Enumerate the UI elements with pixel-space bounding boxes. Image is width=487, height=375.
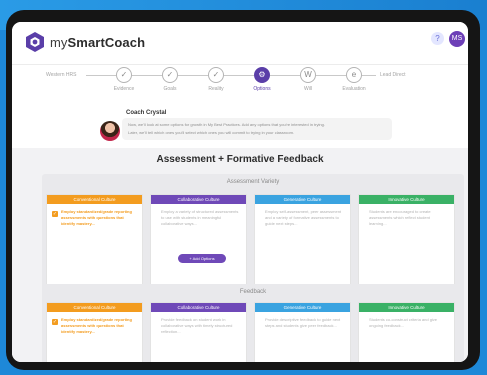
step-label-will: Will [303, 86, 313, 92]
option-card-innovative[interactable]: Innovative Culture Students are encourag… [358, 194, 455, 290]
step-label-goals: Goals [163, 86, 177, 92]
add-options-button[interactable]: + Add Options [178, 254, 226, 263]
option-card-innovative[interactable]: Innovative Culture Students co-construct… [358, 302, 455, 362]
option-card-conventional[interactable]: Conventional Culture ✓ Employ standardiz… [46, 194, 143, 290]
user-avatar[interactable]: MS [449, 31, 465, 47]
option-card-conventional[interactable]: Conventional Culture ✓ Employ standardiz… [46, 302, 143, 362]
coach-name: Coach Crystal [126, 110, 167, 116]
checked-checkbox-icon[interactable]: ✓ [52, 211, 58, 217]
stepper-line [132, 75, 162, 76]
step-options-gear-icon[interactable]: ⚙ [254, 67, 270, 83]
option-text: Provide feedback on student work in coll… [161, 317, 233, 334]
stepper-start-label: Western HRS [46, 72, 77, 78]
app-screen: mySmartCoach ? MS Western HRS ✓ Evidence… [12, 22, 468, 362]
step-reality-check-icon[interactable]: ✓ [208, 67, 224, 83]
stepper-line [178, 75, 208, 76]
option-card-collaborative[interactable]: Collaborative Culture Provide feedback o… [150, 302, 247, 362]
step-evidence-check-icon[interactable]: ✓ [116, 67, 132, 83]
coach-message-line: Now, we'll look at some options for grow… [128, 122, 325, 127]
section-feedback: Feedback Conventional Culture ✓ Employ s… [42, 284, 464, 362]
section-assessment-variety: Assessment Variety Conventional Culture … [42, 174, 464, 294]
coach-message-line: Later, we'll tell which ones you'll sele… [128, 130, 295, 135]
stepper-line [224, 75, 254, 76]
stepper-line [86, 75, 116, 76]
stepper-line [270, 75, 300, 76]
card-header: Conventional Culture [47, 195, 142, 204]
section-title: Feedback [239, 289, 267, 295]
card-header: Innovative Culture [359, 303, 454, 312]
option-text: Employ a variety of structured assessmen… [161, 209, 239, 226]
step-label-reality: Reality [208, 86, 224, 92]
logo-icon [26, 32, 44, 52]
option-text: Employ standardized/grade reporting asse… [61, 209, 132, 226]
option-text: Employ standardized/grade reporting asse… [61, 317, 132, 334]
option-text: Employ self-assessment, peer assessment … [265, 209, 342, 226]
brand-prefix: my [50, 35, 68, 50]
section-title: Assessment Variety [226, 179, 280, 185]
page-title: Assessment + Formative Feedback [156, 154, 324, 165]
coach-message: Now, we'll look at some options for grow… [122, 118, 392, 140]
option-card-generative[interactable]: Generative Culture Provide descriptive f… [254, 302, 351, 362]
step-goals-check-icon[interactable]: ✓ [162, 67, 178, 83]
step-label-options: Options [253, 86, 271, 92]
card-header: Conventional Culture [47, 303, 142, 312]
card-header: Generative Culture [255, 303, 350, 312]
option-card-collaborative[interactable]: Collaborative Culture Employ a variety o… [150, 194, 247, 290]
card-header: Collaborative Culture [151, 303, 246, 312]
card-header: Innovative Culture [359, 195, 454, 204]
step-label-evidence: Evidence [113, 86, 135, 92]
card-header: Collaborative Culture [151, 195, 246, 204]
brand-name: mySmartCoach [50, 35, 145, 50]
option-text: Provide descriptive feedback to guide ne… [265, 317, 341, 328]
coach-avatar [100, 121, 120, 141]
brand-suffix: SmartCoach [67, 35, 146, 50]
stepper-line [316, 75, 346, 76]
option-text: Students co-construct criteria and give … [369, 317, 438, 328]
app-header: mySmartCoach ? MS [12, 22, 468, 65]
stepper-end-label: Lead Direct [380, 72, 406, 78]
checked-checkbox-icon[interactable]: ✓ [52, 319, 58, 325]
card-header: Generative Culture [255, 195, 350, 204]
option-text: Students are encouraged to create assess… [369, 209, 431, 226]
step-will-w-icon[interactable]: W [300, 67, 316, 83]
stepper-line [362, 75, 376, 76]
help-icon[interactable]: ? [431, 32, 444, 45]
step-evaluation-e-icon[interactable]: e [346, 67, 362, 83]
option-card-generative[interactable]: Generative Culture Employ self-assessmen… [254, 194, 351, 290]
step-label-evaluation: Evaluation [342, 86, 366, 92]
